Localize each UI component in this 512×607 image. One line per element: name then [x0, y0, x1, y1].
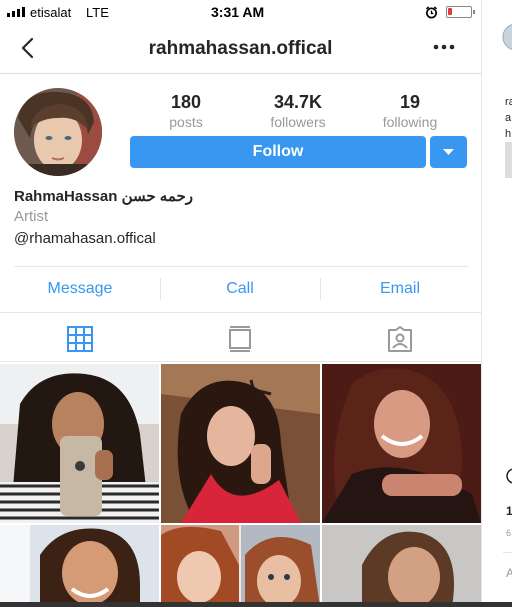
contact-actions: Message Call Email [0, 266, 481, 312]
profile-avatar[interactable] [14, 88, 102, 176]
adjacent-text: ra a h [505, 96, 512, 140]
carrier-name: etisalat [30, 5, 72, 20]
divider [503, 552, 512, 553]
following-label: following [382, 114, 438, 130]
following-count: 19 [399, 92, 421, 112]
feed-icon[interactable] [226, 325, 254, 353]
signal-strength-icon [7, 7, 27, 17]
email-button[interactable]: Email [320, 280, 480, 298]
battery-icon [446, 6, 475, 18]
avatar-edge [502, 24, 512, 50]
instagram-profile-screen: etisalat LTE 3:31 AM rahmahassan.offical [0, 0, 481, 607]
tagged-icon[interactable] [386, 325, 414, 353]
following-stat[interactable]: 19 following [365, 92, 455, 130]
post-thumbnail[interactable] [0, 364, 159, 523]
adjacent-image-edge [505, 142, 512, 178]
followers-stat[interactable]: 34.7K followers [253, 92, 343, 130]
adjacent-timestamp: 6 [506, 528, 512, 538]
followers-label: followers [270, 114, 326, 130]
bottom-edge [0, 602, 512, 607]
suggested-accounts-button[interactable] [430, 136, 467, 168]
profile-display-name: RahmaHassan رحمه حسن [14, 188, 194, 205]
caret-down-icon [443, 149, 454, 155]
alarm-icon [425, 6, 438, 19]
status-time: 3:31 AM [211, 4, 265, 20]
profile-username-title: rahmahassan.offical [148, 38, 333, 59]
status-bar: etisalat LTE 3:31 AM [0, 0, 481, 24]
call-button[interactable]: Call [160, 280, 320, 298]
posts-count: 180 [170, 92, 202, 112]
profile-category: Artist [14, 208, 49, 225]
followers-count: 34.7K [273, 92, 323, 112]
profile-header: rahmahassan.offical [0, 24, 481, 74]
grid-icon[interactable] [66, 325, 94, 353]
adjacent-screen-edge: ra a h 1 6 A [481, 0, 512, 607]
post-thumbnail[interactable] [0, 525, 159, 607]
adjacent-likes: 1 [506, 504, 512, 518]
post-thumbnail[interactable] [161, 364, 320, 523]
post-thumbnail[interactable] [161, 525, 320, 607]
bio-handle-link[interactable]: @rhamahasan.offical [14, 230, 156, 247]
photo-grid [0, 364, 481, 607]
posts-stat[interactable]: 180 posts [141, 92, 231, 130]
more-options-icon[interactable] [432, 42, 456, 52]
post-thumbnail[interactable] [322, 525, 481, 607]
network-type: LTE [86, 5, 109, 20]
adjacent-footer-text: A [506, 566, 512, 580]
message-button[interactable]: Message [0, 280, 160, 298]
posts-label: posts [169, 114, 203, 130]
follow-button[interactable]: Follow [130, 136, 426, 168]
comment-icon-edge [506, 468, 512, 484]
post-thumbnail[interactable] [322, 364, 481, 523]
profile-tabs [0, 312, 481, 362]
